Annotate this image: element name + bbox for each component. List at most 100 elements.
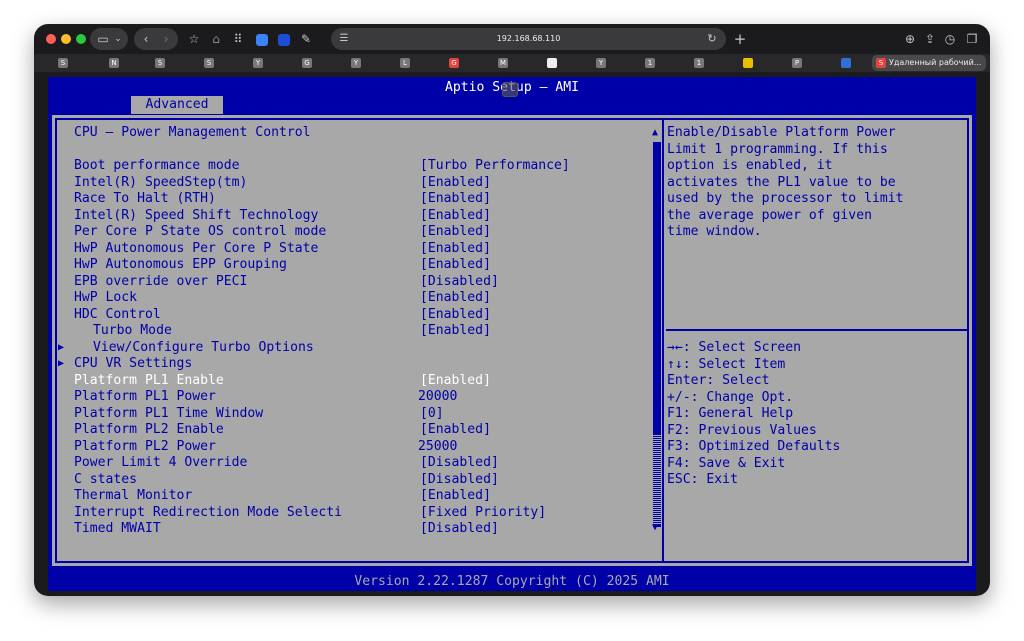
tab-favicon[interactable]: Y	[351, 58, 361, 68]
setting-label[interactable]: Platform PL1 Power	[74, 389, 216, 405]
tab-favicon[interactable]: 1	[694, 58, 704, 68]
setting-value[interactable]: [Enabled]	[420, 290, 491, 306]
setting-value[interactable]: [Enabled]	[420, 323, 491, 339]
back-button[interactable]: ‹	[138, 28, 154, 50]
help-line: used by the processor to limit	[667, 191, 904, 206]
extension-shield-icon[interactable]	[274, 29, 294, 49]
tab-favicon[interactable]: L	[400, 58, 410, 68]
submenu-arrow-icon: ▶	[58, 358, 65, 369]
setting-label[interactable]: Intel(R) SpeedStep(tm)	[74, 175, 247, 191]
help-line: activates the PL1 value to be	[667, 174, 896, 190]
scroll-down-arrow-icon[interactable]: ▼	[652, 522, 658, 533]
setting-label[interactable]: Platform PL2 Power	[74, 439, 216, 455]
setting-label[interactable]: C states	[74, 472, 137, 488]
tab-favicon[interactable]: P	[792, 58, 802, 68]
windows-icon[interactable]	[841, 58, 851, 68]
setting-value[interactable]: [0]	[420, 406, 444, 422]
new-tab-button[interactable]: +	[730, 29, 750, 49]
tab-favicon[interactable]	[743, 58, 753, 68]
scrollbar-track[interactable]	[653, 435, 661, 525]
setting-label[interactable]: CPU VR Settings	[74, 356, 192, 372]
tab-favicon[interactable]: Y	[253, 58, 263, 68]
bookmark-star-icon[interactable]: ☆	[184, 29, 204, 49]
setting-value[interactable]: [Disabled]	[420, 455, 499, 471]
help-line: Limit 1 programming. If this	[667, 141, 888, 157]
setting-value[interactable]: 20000	[418, 389, 457, 405]
setting-label[interactable]: Intel(R) Speed Shift Technology	[74, 208, 318, 224]
setting-value[interactable]: [Enabled]	[420, 257, 491, 273]
setting-value[interactable]: [Enabled]	[420, 488, 491, 504]
setting-label[interactable]: Boot performance mode	[74, 158, 240, 174]
tab-favicon[interactable]: M	[498, 58, 508, 68]
tab-advanced[interactable]: Advanced	[131, 96, 223, 114]
bios-footer: Version 2.22.1287 Copyright (C) 2025 AMI	[354, 574, 670, 589]
setting-label[interactable]: Platform PL1 Time Window	[74, 406, 263, 422]
setting-label[interactable]: Interrupt Redirection Mode Selecti	[74, 505, 342, 521]
key-hint: F2: Previous Values	[667, 422, 817, 438]
close-window-button[interactable]	[46, 34, 56, 44]
setting-value[interactable]: [Enabled]	[420, 307, 491, 323]
downloads-icon[interactable]: ⊕	[900, 29, 920, 49]
extension-translate-icon[interactable]	[252, 29, 272, 49]
setting-value[interactable]: [Enabled]	[420, 175, 491, 191]
setting-label[interactable]: View/Configure Turbo Options	[93, 340, 314, 356]
tab-favicon[interactable]: S	[204, 58, 214, 68]
setting-label[interactable]: Platform PL2 Enable	[74, 422, 224, 438]
setting-label[interactable]: Per Core P State OS control mode	[74, 224, 326, 240]
grid-icon[interactable]: ⠿	[228, 29, 248, 49]
sidebar-toggle-button[interactable]: ▭ ⌄	[90, 28, 128, 50]
tab-favicon[interactable]: N	[109, 58, 119, 68]
setting-value[interactable]: [Fixed Priority]	[420, 505, 546, 521]
setting-value[interactable]: [Enabled]	[420, 191, 491, 207]
tab-favicon[interactable]: G	[449, 58, 459, 68]
github-icon[interactable]	[547, 58, 557, 68]
scroll-up-arrow-icon[interactable]: ▲	[652, 127, 658, 138]
home-icon[interactable]: ⌂	[206, 29, 226, 49]
setting-label[interactable]: Platform PL1 Enable	[74, 373, 224, 389]
setting-label[interactable]: Power Limit 4 Override	[74, 455, 247, 471]
browser-toolbar: ▭ ⌄ ‹ › ☆ ⌂ ⠿ ✎ ☰ 192.168.68.110 ↻ + ⊕ ⇪…	[34, 24, 990, 54]
setting-value[interactable]: [Enabled]	[420, 422, 491, 438]
share-icon[interactable]: ⇪	[920, 29, 940, 49]
setting-label[interactable]: EPB override over PECI	[74, 274, 247, 290]
bios-panel: CPU – Power Management Control Boot perf…	[52, 115, 972, 566]
history-icon[interactable]: ◷	[940, 29, 960, 49]
tab-favicon[interactable]: Y	[596, 58, 606, 68]
tab-favicon[interactable]: 1	[645, 58, 655, 68]
help-line: Enable/Disable Platform Power	[667, 125, 896, 140]
setting-label[interactable]: Timed MWAIT	[74, 521, 161, 537]
minimize-window-button[interactable]	[61, 34, 71, 44]
key-hint: ↑↓: Select Item	[667, 356, 786, 372]
key-hint: F1: General Help	[667, 406, 794, 421]
setting-value[interactable]: [Enabled]	[420, 208, 491, 224]
setting-value[interactable]: [Enabled]	[420, 373, 491, 389]
setting-label[interactable]: HwP Autonomous Per Core P State	[74, 241, 318, 257]
extension-edit-icon[interactable]: ✎	[296, 29, 316, 49]
tab-favicon[interactable]: S	[58, 58, 68, 68]
setting-label[interactable]: Turbo Mode	[93, 323, 172, 339]
address-bar[interactable]: ☰ 192.168.68.110 ↻	[331, 28, 726, 50]
setting-value[interactable]: [Disabled]	[420, 274, 499, 290]
key-hint: →←: Select Screen	[667, 340, 802, 355]
setting-value[interactable]: [Turbo Performance]	[420, 158, 570, 174]
forward-button[interactable]: ›	[158, 28, 174, 50]
tab-favicon[interactable]: G	[302, 58, 312, 68]
key-hint: ESC: Exit	[667, 472, 738, 487]
setting-value[interactable]: [Disabled]	[420, 521, 499, 537]
setting-label[interactable]: Race To Halt (RTH)	[74, 191, 216, 207]
setting-label[interactable]: HwP Lock	[74, 290, 137, 306]
active-tab-title: Удаленный рабочий...	[889, 58, 982, 67]
setting-label[interactable]: HDC Control	[74, 307, 161, 323]
reload-icon[interactable]: ↻	[702, 29, 722, 49]
setting-label[interactable]: HwP Autonomous EPP Grouping	[74, 257, 287, 273]
setting-label[interactable]: Thermal Monitor	[74, 488, 192, 504]
zoom-window-button[interactable]	[76, 34, 86, 44]
tab-bar: S N S S Y G Y L G M Y 1 1 P S Удаленный …	[34, 54, 990, 72]
setting-value[interactable]: [Enabled]	[420, 241, 491, 257]
tab-favicon[interactable]: S	[155, 58, 165, 68]
setting-value[interactable]: [Enabled]	[420, 224, 491, 240]
active-tab[interactable]: S Удаленный рабочий...	[872, 55, 986, 71]
setting-value[interactable]: 25000	[418, 439, 457, 455]
setting-value[interactable]: [Disabled]	[420, 472, 499, 488]
tab-overview-icon[interactable]: ❐	[962, 29, 982, 49]
